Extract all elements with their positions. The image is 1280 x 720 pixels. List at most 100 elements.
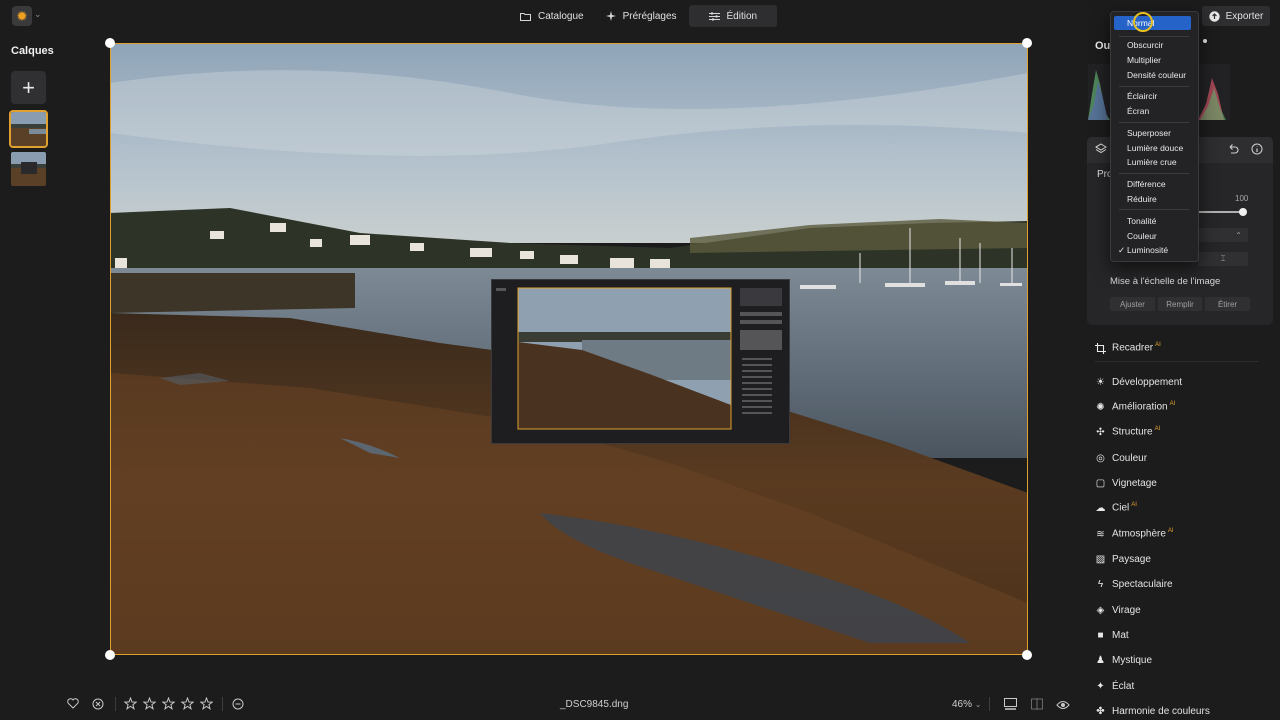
- opacity-slider-track[interactable]: [1198, 211, 1244, 213]
- layers-title: Calques: [11, 45, 54, 57]
- layers-icon: [1095, 143, 1107, 158]
- landscape-icon: ▨: [1095, 553, 1106, 565]
- menu-divider: [1119, 122, 1189, 123]
- add-layer-button[interactable]: +: [11, 71, 46, 104]
- layer-thumbnail-1[interactable]: [9, 110, 48, 148]
- tool-spectaculaire[interactable]: ϟ Spectaculaire: [1095, 576, 1173, 592]
- menu-item-ecran[interactable]: Écran: [1127, 106, 1149, 116]
- sparkle-icon: [605, 11, 616, 21]
- sparkle-icon: ✺: [1096, 401, 1105, 413]
- tool-paysage[interactable]: ▨ Paysage: [1095, 551, 1151, 567]
- menu-item-eclaircir[interactable]: Éclaircir: [1127, 91, 1157, 101]
- tool-virage[interactable]: ◈ Virage: [1095, 602, 1141, 618]
- star-icon[interactable]: [181, 697, 194, 710]
- tool-label: Atmosphère AI: [1112, 528, 1174, 540]
- tool-recadrer[interactable]: Recadrer AI: [1095, 340, 1161, 356]
- fill-button[interactable]: Remplir: [1158, 297, 1202, 311]
- fit-button[interactable]: Ajuster: [1110, 297, 1155, 311]
- export-button[interactable]: Exporter: [1202, 6, 1270, 26]
- info-icon[interactable]: [1251, 143, 1263, 158]
- mode-tabs: Catalogue Préréglages Édition: [510, 5, 778, 27]
- tool-atmosphere[interactable]: ≋ Atmosphère AI: [1095, 526, 1174, 542]
- tab-presets-label: Préréglages: [622, 10, 677, 22]
- eye-icon[interactable]: [1056, 699, 1070, 713]
- resize-handle-bottom-right[interactable]: [1022, 650, 1032, 660]
- stretch-button[interactable]: Étirer: [1205, 297, 1250, 311]
- zoom-level[interactable]: 46% ⌄: [952, 699, 982, 710]
- tool-label: Amélioration AI: [1112, 401, 1176, 413]
- layer-thumbnail-2[interactable]: [11, 152, 46, 186]
- tool-label: Recadrer AI: [1112, 342, 1161, 354]
- menu-item-lumiere-crue[interactable]: Lumière crue: [1127, 157, 1177, 167]
- file-name: _DSC9845.dng: [560, 699, 629, 710]
- menu-item-reduire[interactable]: Réduire: [1127, 194, 1157, 204]
- star-icon[interactable]: [124, 697, 137, 710]
- tab-edition[interactable]: Édition: [688, 5, 778, 27]
- ai-badge: AI: [1154, 426, 1161, 433]
- ai-badge: AI: [1169, 401, 1176, 408]
- menu-item-superposer[interactable]: Superposer: [1127, 128, 1171, 138]
- menu-item-luminosite[interactable]: Luminosité: [1127, 245, 1168, 255]
- vignette-icon: ▢: [1095, 477, 1106, 489]
- tool-vignetage[interactable]: ▢ Vignetage: [1095, 475, 1157, 491]
- filmstrip-icon[interactable]: [1004, 698, 1017, 713]
- menu-item-tonalite[interactable]: Tonalité: [1127, 216, 1156, 226]
- tool-label: Développement: [1112, 376, 1183, 388]
- app-logo-icon[interactable]: ✹: [12, 6, 32, 26]
- tab-catalogue[interactable]: Catalogue: [510, 5, 594, 27]
- menu-item-densite-couleur[interactable]: Densité couleur: [1127, 70, 1186, 80]
- tool-label: Paysage: [1112, 553, 1151, 565]
- star-icon[interactable]: [200, 697, 213, 710]
- color-icon: ◎: [1096, 452, 1105, 464]
- structure-icon: ✣: [1096, 426, 1105, 438]
- chevron-down-icon[interactable]: ⌄: [34, 9, 42, 20]
- tab-presets[interactable]: Préréglages: [596, 5, 687, 27]
- menu-divider: [1119, 86, 1189, 87]
- tool-amelioration[interactable]: ✺ Amélioration AI: [1095, 399, 1175, 415]
- tool-label: Virage: [1112, 604, 1141, 616]
- star-icon[interactable]: [143, 697, 156, 710]
- menu-divider: [1119, 209, 1189, 210]
- color-label-icon[interactable]: [232, 698, 244, 713]
- menu-item-obscurcir[interactable]: Obscurcir: [1127, 40, 1163, 50]
- divider: [989, 697, 990, 711]
- toning-icon: ◈: [1096, 604, 1105, 616]
- resize-handle-bottom-left[interactable]: [105, 650, 115, 660]
- ai-badge: AI: [1155, 342, 1161, 349]
- tool-label: Spectaculaire: [1112, 578, 1173, 590]
- menu-item-couleur[interactable]: Couleur: [1127, 231, 1157, 241]
- star-icon[interactable]: [162, 697, 175, 710]
- opacity-value: 100: [1235, 194, 1249, 203]
- tool-structure[interactable]: ✣ Structure AI: [1095, 424, 1160, 440]
- ai-badge: AI: [1131, 502, 1137, 509]
- align-button[interactable]: ⌶: [1198, 252, 1248, 266]
- tool-label: Couleur: [1112, 452, 1148, 464]
- star-rating[interactable]: [124, 697, 213, 710]
- compare-icon[interactable]: [1031, 698, 1043, 713]
- menu-divider: [1119, 36, 1189, 37]
- tool-developpement[interactable]: ☀ Développement: [1095, 374, 1182, 390]
- undo-icon[interactable]: [1227, 143, 1239, 158]
- divider: [115, 697, 116, 711]
- reject-icon[interactable]: [92, 698, 104, 713]
- tool-couleur[interactable]: ◎ Couleur: [1095, 450, 1147, 466]
- tool-mat[interactable]: ■ Mat: [1095, 627, 1129, 643]
- folder-icon: [520, 12, 531, 21]
- resize-handle-top-left[interactable]: [105, 38, 115, 48]
- export-label: Exporter: [1225, 10, 1264, 22]
- menu-item-multiplier[interactable]: Multiplier: [1127, 55, 1161, 65]
- opacity-slider-thumb[interactable]: [1239, 208, 1247, 216]
- tab-catalogue-label: Catalogue: [538, 10, 584, 22]
- menu-item-lumiere-douce[interactable]: Lumière douce: [1127, 143, 1183, 153]
- tool-label: Mat: [1112, 629, 1129, 641]
- screenshot-image: [492, 280, 789, 443]
- menu-item-difference[interactable]: Différence: [1127, 179, 1166, 189]
- heart-icon[interactable]: [67, 698, 79, 712]
- tool-ciel[interactable]: ☁ Ciel AI: [1095, 500, 1137, 516]
- tool-mystique[interactable]: ♟ Mystique: [1095, 652, 1152, 668]
- tool-label: Structure AI: [1112, 426, 1161, 438]
- crop-icon: [1095, 342, 1106, 354]
- checkmark-icon: ✓: [1118, 245, 1126, 255]
- resize-handle-top-right[interactable]: [1022, 38, 1032, 48]
- blend-mode-select[interactable]: ⌃: [1198, 228, 1248, 242]
